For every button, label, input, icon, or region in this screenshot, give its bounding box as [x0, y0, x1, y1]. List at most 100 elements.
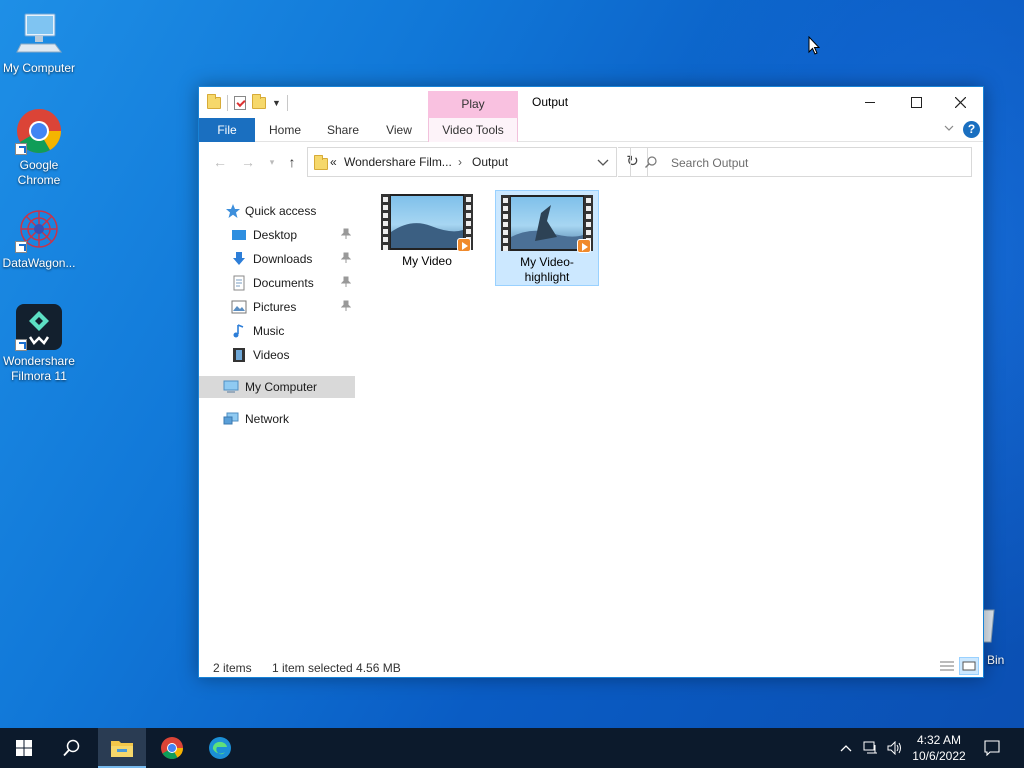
recent-locations-chevron-icon[interactable]: ▾	[263, 152, 281, 172]
shortcut-arrow-icon	[15, 241, 27, 253]
desktop-icon-label: My Computer	[2, 61, 76, 75]
details-view-icon[interactable]	[937, 657, 957, 675]
filmora-icon	[15, 303, 63, 351]
computer-icon	[223, 380, 239, 393]
tab-share[interactable]: Share	[319, 118, 367, 142]
action-center-button[interactable]	[978, 728, 1006, 768]
file-item-my-video-highlight[interactable]: My Video-highlight	[495, 190, 599, 286]
nav-item-pictures[interactable]: Pictures	[199, 296, 355, 318]
toolbar-divider	[286, 95, 288, 111]
file-item-my-video[interactable]: My Video	[375, 190, 479, 286]
ribbon-tabs: File Home Share View Video Tools ?	[199, 118, 983, 142]
desktop-icon-my-computer[interactable]: My Computer	[0, 10, 78, 76]
nav-label: Documents	[253, 276, 314, 290]
toolbar-divider	[227, 95, 228, 111]
shortcut-arrow-icon	[15, 143, 27, 155]
network-tray-button[interactable]	[860, 728, 882, 768]
edge-icon	[209, 737, 231, 759]
address-segment-parent[interactable]: Wondershare Film...	[344, 155, 452, 169]
file-name: My Video-highlight	[520, 255, 574, 284]
large-icons-view-button[interactable]	[959, 657, 979, 675]
nav-label: Music	[253, 324, 285, 338]
forward-arrow-icon[interactable]: →	[239, 152, 257, 172]
play-badge-icon	[577, 239, 591, 253]
folder-icon	[314, 155, 328, 170]
show-hidden-icons-button[interactable]	[836, 728, 856, 768]
up-arrow-icon[interactable]: ↑	[283, 152, 301, 172]
nav-item-my-computer[interactable]: My Computer	[199, 376, 355, 398]
nav-item-desktop[interactable]: Desktop	[199, 224, 355, 246]
large-icons-view-icon	[962, 661, 976, 671]
desktop-icon-label: Google Chrome	[17, 158, 61, 187]
maximize-button[interactable]	[893, 87, 939, 118]
clock-date: 10/6/2022	[912, 749, 966, 763]
pin-icon[interactable]	[341, 228, 351, 240]
pictures-icon	[231, 300, 247, 314]
film-strip-icon	[233, 348, 245, 362]
address-overflow[interactable]: «	[330, 155, 337, 169]
expand-ribbon-icon[interactable]	[943, 122, 955, 134]
chrome-icon	[161, 737, 183, 759]
title-bar[interactable]: ▼ Play Output	[199, 87, 983, 118]
shortcut-arrow-icon	[15, 339, 27, 351]
navigation-bar: ← → ▾ ↑ « Wondershare Film... › Output ↻…	[199, 142, 983, 182]
file-name: My Video	[402, 254, 452, 268]
pin-icon[interactable]	[341, 276, 351, 288]
volume-tray-button[interactable]	[884, 728, 906, 768]
minimize-button[interactable]	[847, 87, 893, 118]
pin-icon[interactable]	[341, 300, 351, 312]
music-note-icon	[233, 324, 244, 338]
tab-file[interactable]: File	[199, 118, 255, 142]
nav-item-music[interactable]: Music	[199, 320, 355, 342]
search-icon	[63, 739, 80, 757]
close-button[interactable]	[937, 87, 983, 118]
context-tab-play[interactable]: Play	[428, 91, 518, 118]
desktop-icon-label: DataWagon...	[2, 256, 76, 270]
download-arrow-icon	[233, 252, 245, 265]
nav-item-documents[interactable]: Documents	[199, 272, 355, 294]
nav-item-quick-access[interactable]: Quick access	[199, 200, 355, 222]
quick-access-toolbar: ▼	[207, 94, 288, 112]
selection-info: 1 item selected 4.56 MB	[272, 661, 401, 675]
desktop-icon-filmora[interactable]: Wondershare Filmora 11	[0, 303, 78, 384]
search-box[interactable]: Search Output	[630, 147, 972, 177]
taskbar: 4:32 AM 10/6/2022	[0, 728, 1024, 768]
nav-label: Desktop	[253, 228, 298, 242]
pin-icon[interactable]	[341, 252, 351, 264]
customize-toolbar-dropdown-icon[interactable]: ▼	[272, 98, 281, 108]
nav-label: Videos	[253, 348, 290, 362]
nav-item-videos[interactable]: Videos	[199, 344, 355, 366]
notification-icon	[984, 740, 1000, 756]
video-thumbnail	[381, 194, 473, 252]
recycle-bin-label: Bin	[987, 653, 1005, 667]
windows-logo-icon	[16, 740, 32, 756]
nav-label: Network	[245, 412, 290, 426]
taskbar-file-explorer[interactable]	[98, 728, 146, 768]
folder-icon	[111, 741, 133, 757]
taskbar-edge[interactable]	[196, 728, 244, 768]
nav-label: Downloads	[253, 252, 313, 266]
chrome-icon	[15, 107, 63, 155]
datawagon-icon	[15, 205, 63, 253]
taskbar-chrome[interactable]	[148, 728, 196, 768]
address-bar[interactable]: « Wondershare Film... › Output	[307, 147, 617, 177]
desktop-icon-datawagon[interactable]: DataWagon...	[0, 205, 78, 271]
start-button[interactable]	[0, 728, 48, 768]
properties-icon[interactable]	[234, 96, 246, 110]
address-history-chevron-icon[interactable]	[591, 154, 615, 172]
nav-item-downloads[interactable]: Downloads	[199, 248, 355, 270]
taskbar-clock[interactable]: 4:32 AM 10/6/2022	[906, 732, 972, 764]
search-button[interactable]	[48, 728, 96, 768]
help-button[interactable]: ?	[963, 121, 980, 138]
back-arrow-icon[interactable]: ←	[211, 152, 229, 172]
network-icon	[863, 741, 877, 754]
volume-icon	[887, 741, 901, 755]
address-segment-current[interactable]: Output	[472, 155, 508, 169]
tab-video-tools[interactable]: Video Tools	[428, 118, 518, 142]
desktop-icon-google-chrome[interactable]: Google Chrome	[0, 107, 78, 188]
tab-home[interactable]: Home	[261, 118, 309, 142]
tab-view[interactable]: View	[377, 118, 421, 142]
address-separator-icon[interactable]: ›	[458, 155, 462, 169]
new-folder-icon[interactable]	[252, 94, 266, 109]
nav-item-network[interactable]: Network	[199, 408, 355, 430]
